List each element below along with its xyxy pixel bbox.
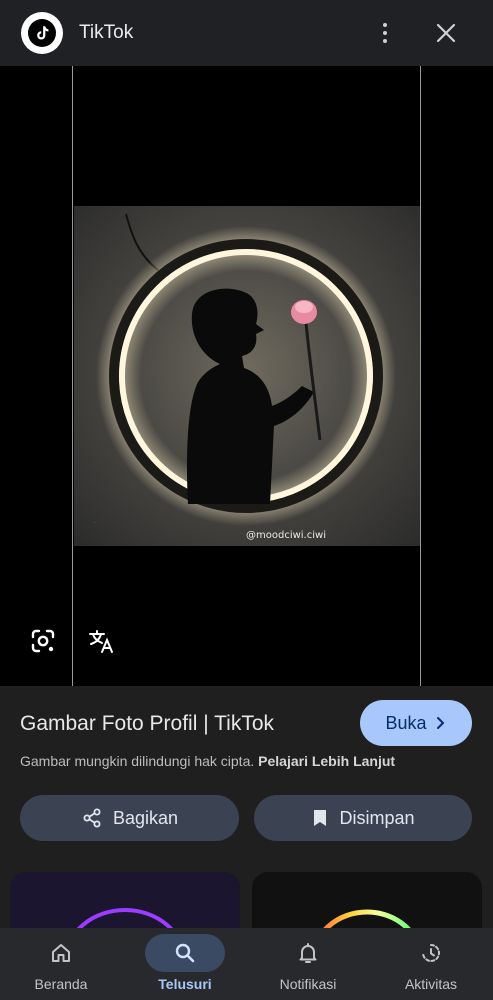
bookmark-icon xyxy=(314,810,327,826)
copyright-text: Gambar mungkin dilindungi hak cipta. xyxy=(20,753,255,769)
visit-button-label: Buka xyxy=(385,712,427,733)
copyright-notice: Gambar mungkin dilindungi hak cipta. Pel… xyxy=(20,753,395,769)
nav-label-activity: Aktivitas xyxy=(404,976,458,992)
nav-item-notifications[interactable]: Notifikasi xyxy=(253,928,363,1000)
activity-icon xyxy=(422,944,440,962)
more-vert-icon[interactable] xyxy=(372,18,398,48)
home-icon xyxy=(52,944,70,962)
visit-button[interactable]: Buka xyxy=(360,700,472,746)
google-lens-icon[interactable] xyxy=(28,626,58,656)
bottom-navigation: Beranda Telusuri Notifikasi Aktivitas xyxy=(0,928,493,1000)
saved-button-label: Disimpan xyxy=(339,807,415,828)
watermark-text: @moodciwi.ciwi xyxy=(246,530,326,541)
image-viewer[interactable]: @moodciwi.ciwi · xyxy=(0,66,493,686)
app-title: TikTok xyxy=(79,22,134,43)
chevron-right-icon xyxy=(436,717,444,729)
nav-label-search: Telusuri xyxy=(158,976,212,992)
share-button[interactable]: Bagikan xyxy=(20,795,239,841)
frame-left-edge xyxy=(72,66,73,686)
preview-image[interactable]: @moodciwi.ciwi · xyxy=(74,206,420,546)
nav-label-notifications: Notifikasi xyxy=(279,976,337,992)
svg-text:·: · xyxy=(94,520,96,526)
result-panel: Gambar Foto Profil | TikTok Buka Gambar … xyxy=(0,686,493,942)
share-icon xyxy=(83,808,101,828)
nav-item-search[interactable]: Telusuri xyxy=(130,928,240,1000)
close-icon[interactable] xyxy=(432,19,460,47)
search-icon xyxy=(175,943,195,963)
top-app-bar: TikTok xyxy=(0,0,493,66)
frame-right-edge xyxy=(420,66,421,686)
result-title: Gambar Foto Profil | TikTok xyxy=(20,712,275,735)
saved-button[interactable]: Disimpan xyxy=(254,795,472,841)
bell-icon xyxy=(299,943,317,963)
nav-item-home[interactable]: Beranda xyxy=(6,928,116,1000)
tiktok-logo-icon xyxy=(21,12,63,54)
translate-icon[interactable] xyxy=(86,626,116,656)
share-button-label: Bagikan xyxy=(112,807,179,828)
nav-label-home: Beranda xyxy=(34,976,88,992)
nav-item-activity[interactable]: Aktivitas xyxy=(376,928,486,1000)
learn-more-link[interactable]: Pelajari Lebih Lanjut xyxy=(258,753,395,769)
